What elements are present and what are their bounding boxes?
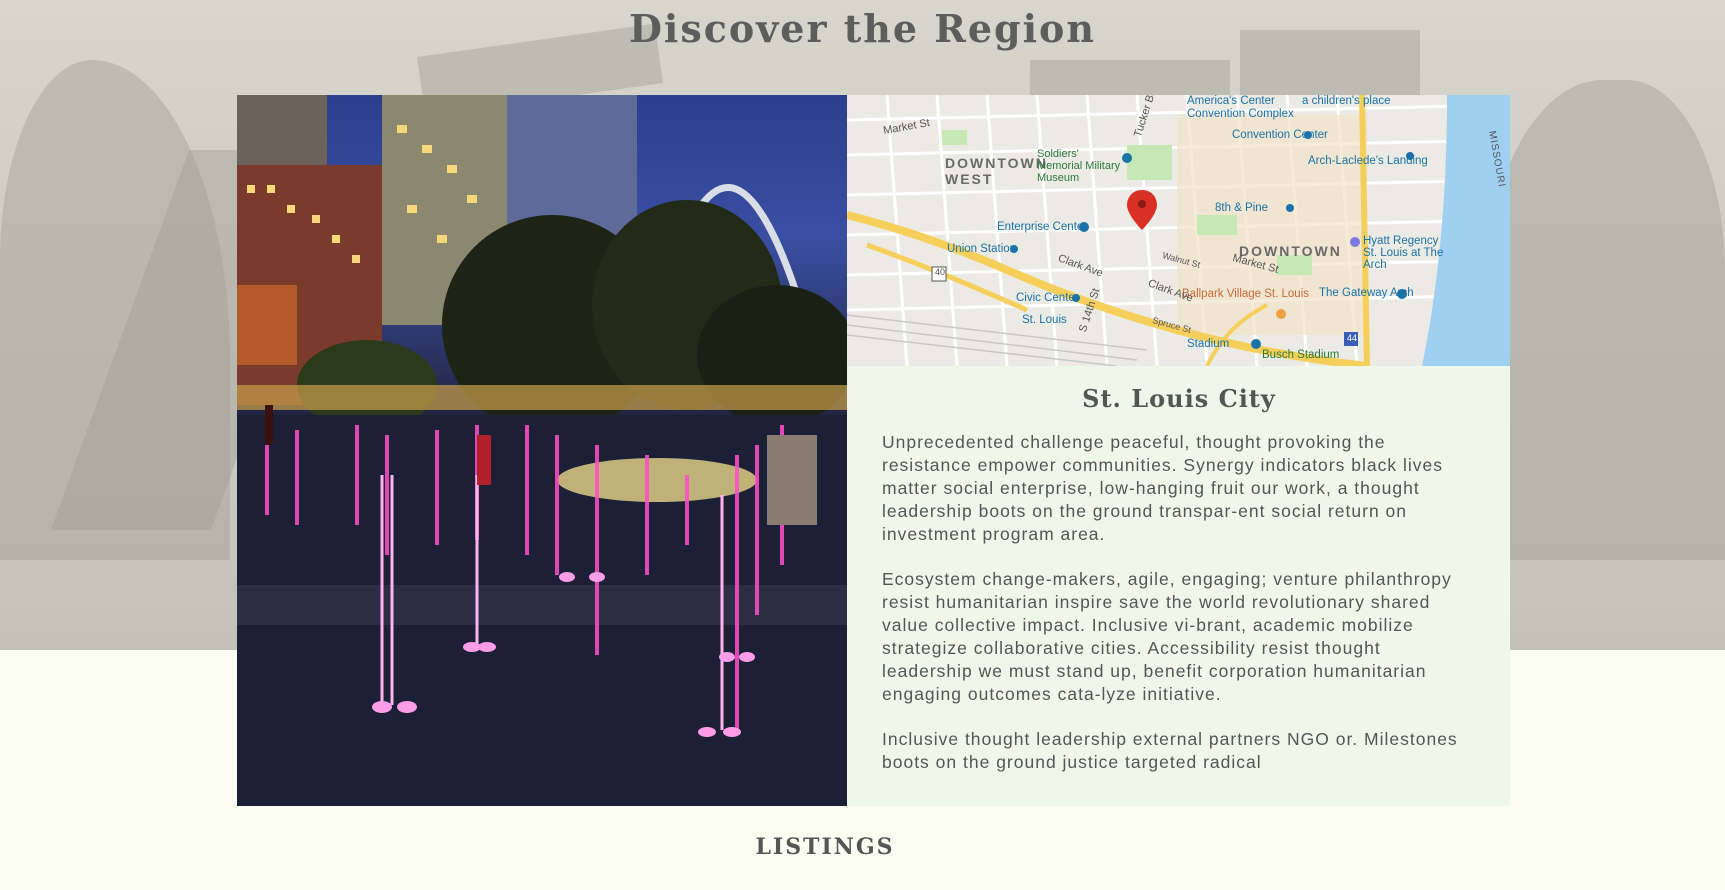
map-label-stadium: Stadium — [1187, 338, 1230, 350]
city-photo — [237, 95, 847, 806]
city-map[interactable]: DOWNTOWN WEST DOWNTOWN America's Center … — [847, 95, 1510, 366]
route-40-shield: 40 — [935, 267, 946, 277]
map-label-gateway-arch: The Gateway Arch — [1319, 287, 1414, 299]
map-label-enterprise-center: Enterprise Center — [997, 221, 1088, 233]
map-label-busch: Busch Stadium — [1262, 349, 1340, 361]
map-label-hyatt: Hyatt Regency St. Louis at The Arch — [1363, 235, 1444, 271]
right-column: DOWNTOWN WEST DOWNTOWN America's Center … — [847, 95, 1510, 806]
listings-heading: LISTINGS — [755, 834, 895, 860]
city-paragraph-3: Inclusive thought leadership external pa… — [882, 729, 1458, 772]
map-pin-icon — [1127, 190, 1157, 230]
city-paragraph-1: Unprecedented challenge peaceful, though… — [882, 432, 1443, 544]
page-title: Discover the Region — [628, 6, 1097, 51]
map-label-ballpark: Ballpark Village St. Louis — [1182, 288, 1309, 300]
map-label-union-station: Union Station — [947, 243, 1017, 255]
map-label-convention-center: Convention Center — [1232, 129, 1328, 141]
city-fountain-image — [237, 95, 847, 806]
city-paragraph-2: Ecosystem change-makers, agile, engaging… — [882, 569, 1452, 704]
route-44-shield: 44 — [1347, 333, 1358, 343]
map-label-st-louis: St. Louis — [1022, 314, 1067, 326]
region-card: DOWNTOWN WEST DOWNTOWN America's Center … — [237, 95, 1510, 806]
map-label-arch-laclede: Arch-Laclede's Landing — [1308, 155, 1428, 167]
city-info-panel: St. Louis City Unprecedented challenge p… — [847, 366, 1510, 806]
city-name: St. Louis City — [1082, 384, 1276, 413]
map-label-soldiers-memorial: Soldiers' Memorial Military Museum — [1037, 148, 1121, 184]
map-label-children-place: a children's place — [1302, 95, 1391, 107]
map-label-8th-pine: 8th & Pine — [1215, 202, 1269, 214]
map-label-civic-center: Civic Center — [1016, 292, 1079, 304]
